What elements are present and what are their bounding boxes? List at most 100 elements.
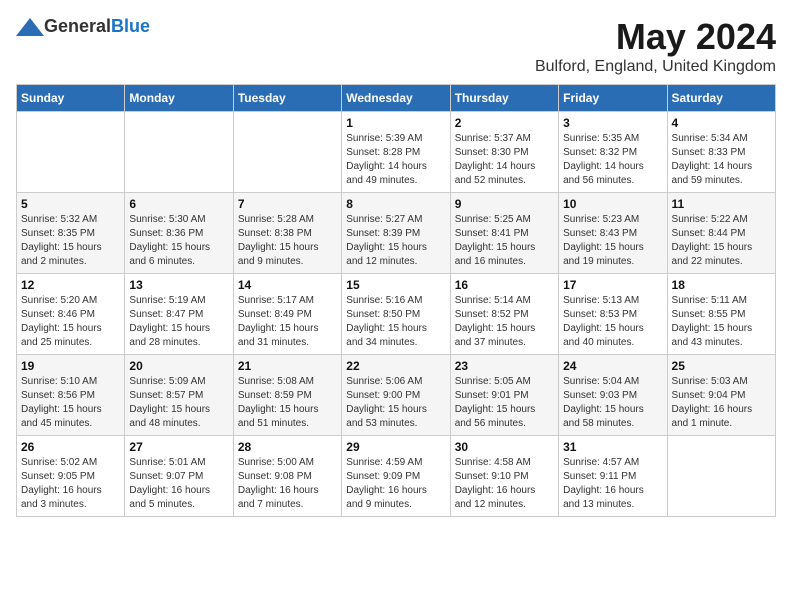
calendar-cell: 13 Sunrise: 5:19 AMSunset: 8:47 PMDayligh… (125, 274, 233, 355)
calendar-week-row: 26 Sunrise: 5:02 AMSunset: 9:05 PMDayligh… (17, 436, 776, 517)
calendar-cell: 20 Sunrise: 5:09 AMSunset: 8:57 PMDayligh… (125, 355, 233, 436)
calendar-cell: 27Sunrise: 5:01 AMSunset: 9:07 PMDayligh… (125, 436, 233, 517)
day-info: Sunrise: 4:58 AMSunset: 9:10 PMDaylight:… (455, 456, 554, 512)
weekday-header: Monday (125, 85, 233, 112)
logo-icon (16, 18, 44, 36)
day-number: 29 (346, 440, 445, 454)
day-info: Sunrise: 5:09 AMSunset: 8:57 PMDaylight:… (129, 375, 228, 431)
calendar-cell: 24 Sunrise: 5:04 AMSunset: 9:03 PMDayligh… (559, 355, 667, 436)
calendar-cell: 22Sunrise: 5:06 AMSunset: 9:00 PMDayligh… (342, 355, 450, 436)
month-title: May 2024 (535, 16, 776, 58)
calendar-cell: 7 Sunrise: 5:28 AMSunset: 8:38 PMDaylight… (233, 193, 341, 274)
day-info: Sunrise: 5:19 AMSunset: 8:47 PMDaylight:… (129, 294, 228, 350)
day-number: 25 (672, 359, 771, 373)
day-info: Sunrise: 5:10 AMSunset: 8:56 PMDaylight:… (21, 375, 120, 431)
day-number: 24 (563, 359, 662, 373)
calendar-cell (667, 436, 775, 517)
day-number: 26 (21, 440, 120, 454)
day-info: Sunrise: 5:28 AMSunset: 8:38 PMDaylight:… (238, 213, 337, 269)
day-number: 8 (346, 197, 445, 211)
day-number: 31 (563, 440, 662, 454)
day-number: 3 (563, 116, 662, 130)
day-info: Sunrise: 5:20 AMSunset: 8:46 PMDaylight:… (21, 294, 120, 350)
day-number: 5 (21, 197, 120, 211)
day-info: Sunrise: 5:16 AMSunset: 8:50 PMDaylight:… (346, 294, 445, 350)
day-info: Sunrise: 5:22 AMSunset: 8:44 PMDaylight:… (672, 213, 771, 269)
day-number: 10 (563, 197, 662, 211)
calendar-cell: 2 Sunrise: 5:37 AMSunset: 8:30 PMDaylight… (450, 112, 558, 193)
calendar-cell: 14 Sunrise: 5:17 AMSunset: 8:49 PMDayligh… (233, 274, 341, 355)
weekday-header: Thursday (450, 85, 558, 112)
calendar-week-row: 19 Sunrise: 5:10 AMSunset: 8:56 PMDayligh… (17, 355, 776, 436)
day-number: 19 (21, 359, 120, 373)
logo-blue-text: Blue (111, 16, 150, 36)
calendar-cell (17, 112, 125, 193)
weekday-header: Saturday (667, 85, 775, 112)
day-info: Sunrise: 5:35 AMSunset: 8:32 PMDaylight:… (563, 132, 662, 188)
weekday-row: SundayMondayTuesdayWednesdayThursdayFrid… (17, 85, 776, 112)
calendar-cell: 30 Sunrise: 4:58 AMSunset: 9:10 PMDayligh… (450, 436, 558, 517)
day-number: 15 (346, 278, 445, 292)
day-number: 6 (129, 197, 228, 211)
calendar-cell: 23 Sunrise: 5:05 AMSunset: 9:01 PMDayligh… (450, 355, 558, 436)
day-info: Sunrise: 5:02 AMSunset: 9:05 PMDaylight:… (21, 456, 120, 512)
day-number: 17 (563, 278, 662, 292)
day-info: Sunrise: 5:17 AMSunset: 8:49 PMDaylight:… (238, 294, 337, 350)
calendar-cell: 12Sunrise: 5:20 AMSunset: 8:46 PMDayligh… (17, 274, 125, 355)
calendar-cell (125, 112, 233, 193)
day-number: 13 (129, 278, 228, 292)
day-info: Sunrise: 5:14 AMSunset: 8:52 PMDaylight:… (455, 294, 554, 350)
day-info: Sunrise: 5:30 AMSunset: 8:36 PMDaylight:… (129, 213, 228, 269)
day-number: 9 (455, 197, 554, 211)
day-number: 18 (672, 278, 771, 292)
day-info: Sunrise: 5:06 AMSunset: 9:00 PMDaylight:… (346, 375, 445, 431)
calendar-cell: 28Sunrise: 5:00 AMSunset: 9:08 PMDayligh… (233, 436, 341, 517)
day-info: Sunrise: 5:05 AMSunset: 9:01 PMDaylight:… (455, 375, 554, 431)
day-number: 30 (455, 440, 554, 454)
calendar-cell: 15 Sunrise: 5:16 AMSunset: 8:50 PMDayligh… (342, 274, 450, 355)
calendar-cell: 3 Sunrise: 5:35 AMSunset: 8:32 PMDaylight… (559, 112, 667, 193)
calendar-cell: 1 Sunrise: 5:39 AMSunset: 8:28 PMDaylight… (342, 112, 450, 193)
logo-general-text: General (44, 16, 111, 36)
calendar-cell: 18Sunrise: 5:11 AMSunset: 8:55 PMDayligh… (667, 274, 775, 355)
calendar-cell: 8Sunrise: 5:27 AMSunset: 8:39 PMDaylight… (342, 193, 450, 274)
day-number: 20 (129, 359, 228, 373)
day-info: Sunrise: 5:39 AMSunset: 8:28 PMDaylight:… (346, 132, 445, 188)
day-number: 11 (672, 197, 771, 211)
day-number: 4 (672, 116, 771, 130)
calendar-cell: 26 Sunrise: 5:02 AMSunset: 9:05 PMDayligh… (17, 436, 125, 517)
title-area: May 2024 Bulford, England, United Kingdo… (535, 16, 776, 76)
calendar-cell: 10 Sunrise: 5:23 AMSunset: 8:43 PMDayligh… (559, 193, 667, 274)
day-info: Sunrise: 5:25 AMSunset: 8:41 PMDaylight:… (455, 213, 554, 269)
calendar-cell: 19 Sunrise: 5:10 AMSunset: 8:56 PMDayligh… (17, 355, 125, 436)
day-info: Sunrise: 5:37 AMSunset: 8:30 PMDaylight:… (455, 132, 554, 188)
calendar-week-row: 1 Sunrise: 5:39 AMSunset: 8:28 PMDaylight… (17, 112, 776, 193)
day-number: 7 (238, 197, 337, 211)
day-info: Sunrise: 5:08 AMSunset: 8:59 PMDaylight:… (238, 375, 337, 431)
day-number: 2 (455, 116, 554, 130)
day-info: Sunrise: 5:13 AMSunset: 8:53 PMDaylight:… (563, 294, 662, 350)
calendar-cell: 9 Sunrise: 5:25 AMSunset: 8:41 PMDaylight… (450, 193, 558, 274)
day-info: Sunrise: 5:23 AMSunset: 8:43 PMDaylight:… (563, 213, 662, 269)
calendar-cell: 31Sunrise: 4:57 AMSunset: 9:11 PMDayligh… (559, 436, 667, 517)
day-info: Sunrise: 5:32 AMSunset: 8:35 PMDaylight:… (21, 213, 120, 269)
day-number: 14 (238, 278, 337, 292)
logo: GeneralBlue (16, 16, 150, 37)
day-number: 1 (346, 116, 445, 130)
calendar-cell: 6 Sunrise: 5:30 AMSunset: 8:36 PMDaylight… (125, 193, 233, 274)
calendar-cell (233, 112, 341, 193)
calendar-cell: 21 Sunrise: 5:08 AMSunset: 8:59 PMDayligh… (233, 355, 341, 436)
header: GeneralBlue May 2024 Bulford, England, U… (16, 16, 776, 76)
calendar-body: 1 Sunrise: 5:39 AMSunset: 8:28 PMDaylight… (17, 112, 776, 517)
weekday-header: Friday (559, 85, 667, 112)
weekday-header: Wednesday (342, 85, 450, 112)
day-info: Sunrise: 5:00 AMSunset: 9:08 PMDaylight:… (238, 456, 337, 512)
day-info: Sunrise: 5:34 AMSunset: 8:33 PMDaylight:… (672, 132, 771, 188)
day-number: 23 (455, 359, 554, 373)
day-info: Sunrise: 4:59 AMSunset: 9:09 PMDaylight:… (346, 456, 445, 512)
day-info: Sunrise: 5:01 AMSunset: 9:07 PMDaylight:… (129, 456, 228, 512)
day-number: 21 (238, 359, 337, 373)
day-info: Sunrise: 5:04 AMSunset: 9:03 PMDaylight:… (563, 375, 662, 431)
day-number: 16 (455, 278, 554, 292)
calendar: SundayMondayTuesdayWednesdayThursdayFrid… (16, 84, 776, 517)
